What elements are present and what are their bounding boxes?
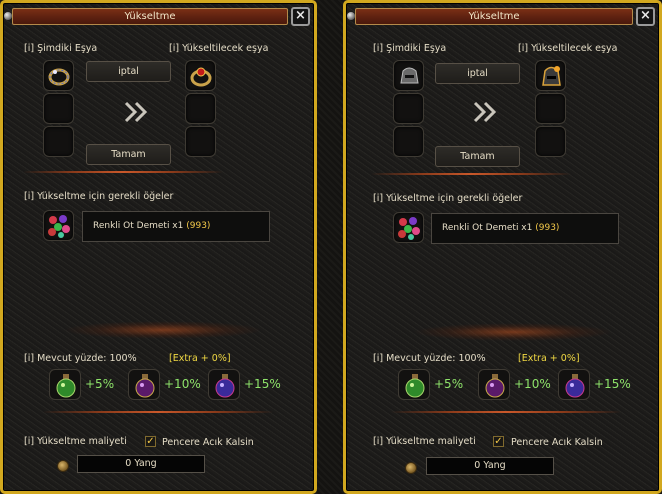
current-item-label: [i] Şimdiki Eşya [24, 43, 98, 54]
helmet-gold-icon [542, 66, 561, 86]
cost-label: [i] Yükseltme maliyeti [373, 436, 476, 447]
potion-green-slot[interactable] [398, 369, 430, 400]
current-item-slot[interactable] [43, 60, 74, 91]
required-items-label: [i] Yükseltme için gerekli öğeler [373, 193, 523, 204]
keep-open-label: Pencere Acık Kalsin [511, 437, 603, 448]
current-item-slot-empty[interactable] [393, 93, 424, 124]
yang-coin-icon [57, 460, 69, 472]
divider [23, 171, 223, 173]
potion-purple-slot[interactable] [128, 369, 160, 400]
keep-open-label: Pencere Acık Kalsin [162, 437, 254, 448]
current-item-slot-empty[interactable] [43, 126, 74, 157]
double-chevron-right-icon [473, 101, 497, 123]
purple-potion-icon [485, 374, 505, 398]
herb-bundle-icon [48, 215, 70, 238]
current-rate-label: [i] Mevcut yüzde: 100% [373, 353, 486, 364]
required-item-name: Renkli Ot Demeti x1 [93, 221, 184, 231]
upgraded-item-slot-empty[interactable] [535, 126, 566, 157]
potion-purple-slot[interactable] [478, 369, 510, 400]
keep-open-checkbox[interactable]: ✓ [145, 436, 156, 447]
potion-violet-slot[interactable] [208, 369, 240, 400]
current-item-slot[interactable] [393, 60, 424, 91]
potion-green-percent: +5% [434, 377, 464, 391]
cancel-button[interactable]: iptal [86, 61, 171, 82]
required-items-label: [i] Yükseltme için gerekli öğeler [24, 191, 174, 202]
double-chevron-right-icon [124, 101, 148, 123]
confirm-button[interactable]: Tamam [435, 146, 520, 167]
potion-purple-percent: +10% [164, 377, 201, 391]
close-button[interactable]: × [636, 7, 655, 26]
required-item-slot[interactable] [393, 212, 424, 243]
herb-bundle-icon [398, 217, 420, 240]
upgraded-item-slot-empty[interactable] [535, 93, 566, 124]
extra-rate-label: [Extra + 0%] [518, 353, 580, 364]
game-screen: Yükseltme × [i] Şimdiki Eşya [i] Yükselt… [0, 0, 662, 494]
green-potion-icon [56, 374, 76, 398]
required-item-box: Renkli Ot Demeti x1 (993) [431, 213, 619, 244]
confirm-button[interactable]: Tamam [86, 144, 171, 165]
upgraded-item-label: [i] Yükseltilecek eşya [518, 43, 618, 54]
current-item-slot-empty[interactable] [393, 126, 424, 157]
pin-icon [4, 12, 12, 20]
upgraded-item-slot-empty[interactable] [185, 93, 216, 124]
violet-potion-icon [565, 374, 585, 398]
divider [43, 411, 273, 413]
keep-open-checkbox[interactable]: ✓ [493, 436, 504, 447]
green-potion-icon [405, 374, 425, 398]
current-rate-label: [i] Mevcut yüzde: 100% [24, 353, 137, 364]
violet-potion-icon [215, 374, 235, 398]
upgrade-window-right: Yükseltme × [i] Şimdiki Eşya [i] Yükselt… [343, 0, 662, 494]
upgrade-window-left: Yükseltme × [i] Şimdiki Eşya [i] Yükselt… [0, 0, 317, 494]
upgraded-item-slot-empty[interactable] [185, 126, 216, 157]
required-item-name: Renkli Ot Demeti x1 [442, 223, 533, 233]
upgraded-item-label: [i] Yükseltilecek eşya [169, 43, 269, 54]
potion-purple-percent: +10% [514, 377, 551, 391]
divider [371, 173, 571, 175]
cost-value: 0 Yang [426, 457, 554, 475]
glow-divider [63, 321, 263, 339]
upgraded-item-slot[interactable] [535, 60, 566, 91]
required-item-count: (993) [535, 223, 560, 233]
pin-icon [347, 12, 355, 20]
required-item-box: Renkli Ot Demeti x1 (993) [82, 211, 270, 242]
required-item-count: (993) [186, 221, 211, 231]
potion-violet-slot[interactable] [558, 369, 590, 400]
potion-green-percent: +5% [85, 377, 115, 391]
close-button[interactable]: × [291, 7, 310, 26]
window-title[interactable]: Yükseltme [12, 8, 288, 25]
ring-ruby-icon [190, 67, 212, 87]
helmet-icon [400, 67, 419, 84]
purple-potion-icon [135, 374, 155, 398]
potion-violet-percent: +15% [594, 377, 631, 391]
required-item-slot[interactable] [43, 210, 74, 241]
yang-coin-icon [405, 462, 417, 474]
divider [391, 411, 621, 413]
cost-value: 0 Yang [77, 455, 205, 473]
glow-divider [413, 323, 613, 341]
potion-green-slot[interactable] [49, 369, 81, 400]
current-item-slot-empty[interactable] [43, 93, 74, 124]
window-title[interactable]: Yükseltme [355, 8, 633, 25]
upgraded-item-slot[interactable] [185, 60, 216, 91]
current-item-label: [i] Şimdiki Eşya [373, 43, 447, 54]
potion-violet-percent: +15% [244, 377, 281, 391]
ring-icon [48, 68, 70, 86]
cost-label: [i] Yükseltme maliyeti [24, 436, 127, 447]
cancel-button[interactable]: iptal [435, 63, 520, 84]
extra-rate-label: [Extra + 0%] [169, 353, 231, 364]
